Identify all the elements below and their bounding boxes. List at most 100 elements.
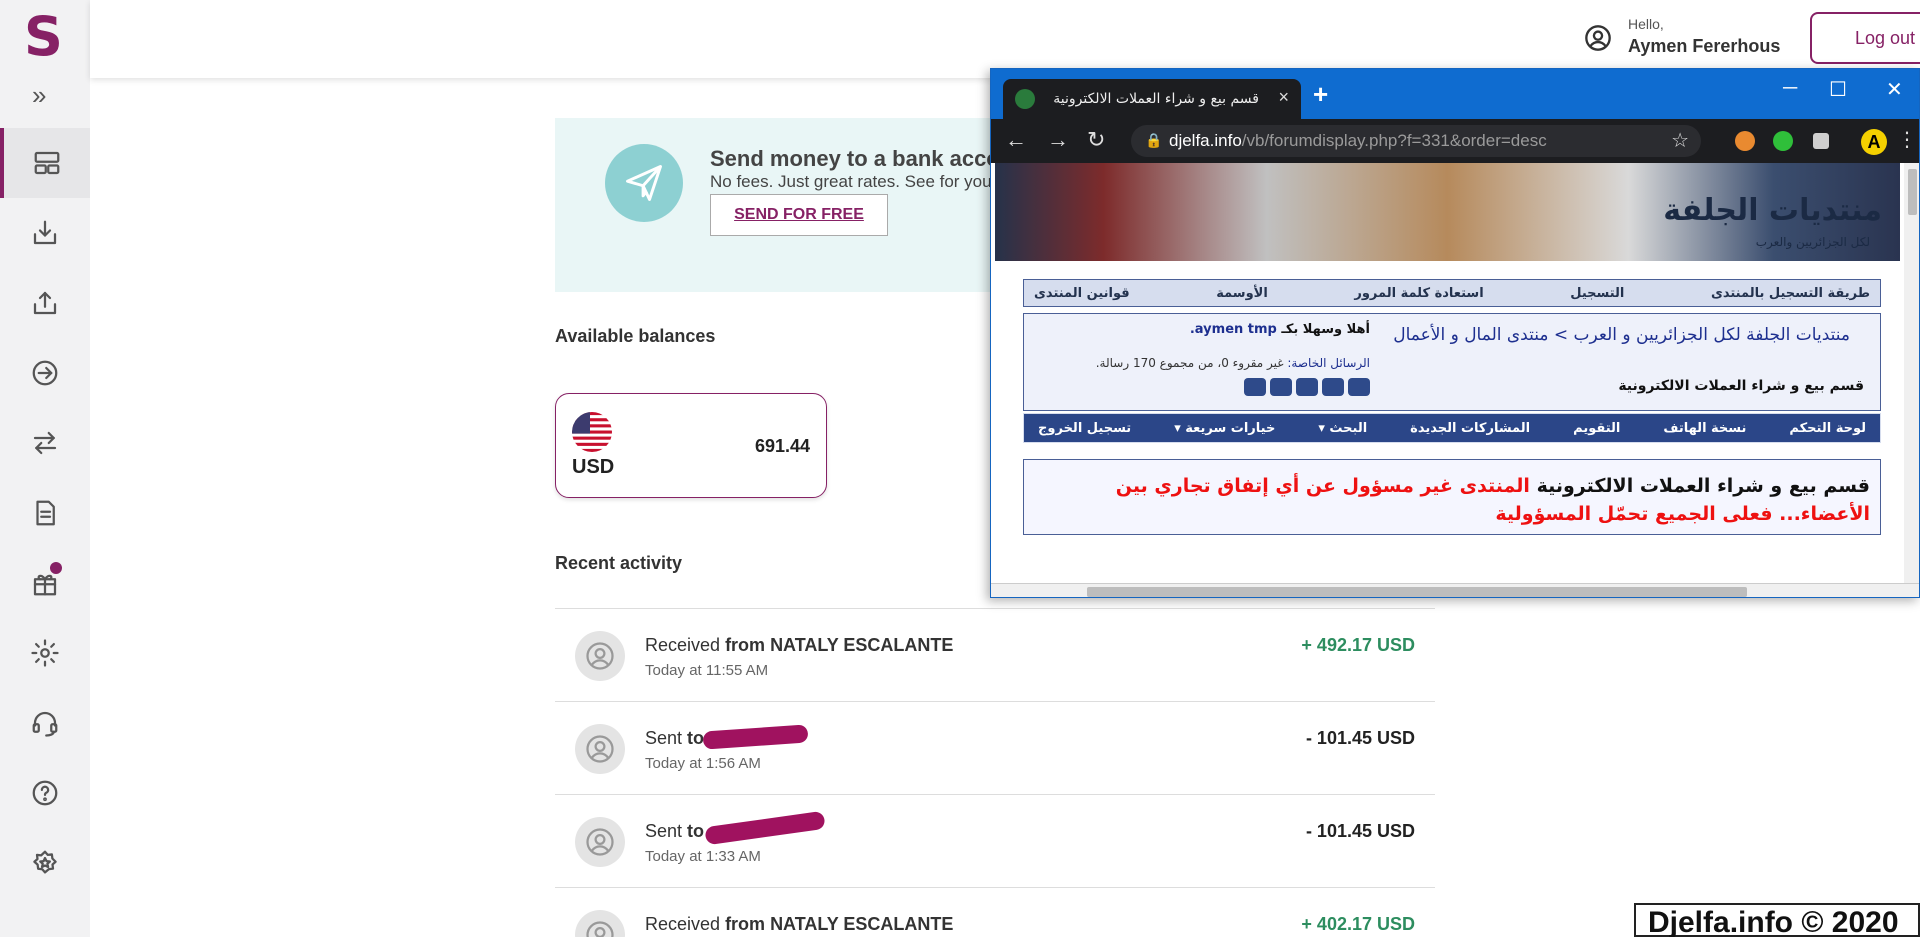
welcome-user[interactable]: aymen tmp. [1190,322,1277,337]
sidebar-item-support[interactable] [0,688,90,758]
transfer-icon [33,431,57,455]
clock-icon[interactable] [1348,378,1370,396]
sidebar-item-deposit[interactable] [0,198,90,268]
private-messages: الرسائل الخاصة: غير مقروء 0، من مجموع 17… [1096,356,1370,370]
profile-avatar[interactable]: A [1861,129,1887,155]
web-page: منتديات الجلفة لكل الجزائريين والعرب طري… [991,163,1904,583]
nav-link[interactable]: التسجيل [1570,286,1624,301]
activity-row[interactable]: Sent to Today at 1:56 AM - 101.45 USD [555,701,1435,794]
header: Hello, Aymen Fererhous Log out [90,0,1920,78]
bookmark-star-icon[interactable]: ☆ [1671,128,1689,153]
url-domain: djelfa.info [1169,131,1242,150]
forward-icon[interactable]: → [1047,127,1069,153]
window-close-icon[interactable]: ✕ [1886,77,1903,102]
sidebar-item-history[interactable] [0,478,90,548]
send-for-free-button[interactable]: SEND FOR FREE [710,194,888,236]
nav-link[interactable]: التقويم [1573,421,1620,436]
activity-verb: Sent [645,821,683,841]
reload-icon[interactable]: ↻ [1087,127,1105,153]
balance-amount: 691.44 [754,436,810,456]
scroll-thumb[interactable] [1087,587,1747,597]
avatar [575,631,625,681]
badge-star-icon [33,850,57,874]
activity-row[interactable]: Received from NATALY ESCALANTE Today at … [555,608,1435,701]
nav-link[interactable]: استعادة كلمة المرور [1354,286,1483,301]
close-tab-icon[interactable]: × [1278,87,1289,108]
nav-link[interactable]: البحث ▾ [1318,421,1367,436]
user-name: Aymen Fererhous [1628,36,1781,56]
nav-link[interactable]: تسجيل الخروج [1038,421,1131,436]
gear-icon[interactable] [1270,378,1292,396]
vertical-scrollbar[interactable] [1904,163,1919,583]
add-user-icon[interactable] [1296,378,1318,396]
lock-icon: 🔒 [1145,132,1163,148]
activity-amount: - 101.45 USD [1305,821,1415,841]
balance-card-usd[interactable]: USD 691.44 [555,393,827,498]
horizontal-scrollbar[interactable] [991,583,1919,597]
download-icon [33,220,57,245]
extensions-puzzle-icon[interactable] [1813,133,1829,149]
sidebar-item-withdraw[interactable] [0,268,90,338]
sidebar-item-help[interactable] [0,758,90,828]
nav-link[interactable]: الأوسمة [1216,286,1268,301]
activity-row[interactable]: Received from NATALY ESCALANTE + 402.17 … [555,887,1435,937]
nav-link[interactable]: قوانين المنتدى [1034,286,1130,301]
redaction-scribble [704,810,826,846]
url-path: /vb/forumdisplay.php?f=331&order=desc [1241,131,1547,150]
maximize-icon[interactable]: ☐ [1829,77,1847,102]
forum-logo[interactable]: منتديات الجلفة [1663,193,1882,228]
avatar [575,724,625,774]
us-flag-icon [572,412,612,452]
greeting: Hello, [1628,16,1664,32]
new-tab-button[interactable]: + [1313,79,1328,110]
sidebar-item-dashboard[interactable] [0,128,90,198]
headset-icon [32,711,58,737]
notification-dot [50,562,62,574]
sidebar-item-vip[interactable] [0,828,90,898]
logout-arrow-icon[interactable] [1244,378,1266,396]
url-text: djelfa.info/vb/forumdisplay.php?f=331&or… [1169,131,1547,151]
sidebar-item-rewards[interactable] [0,548,90,618]
activity-time: Today at 11:55 AM [645,662,769,679]
activity-party: to [687,728,705,748]
activity-row[interactable]: Sent to Today at 1:33 AM - 101.45 USD [555,794,1435,887]
activity-amount: + 402.17 USD [1301,914,1415,934]
skrill-logo[interactable]: S [24,10,63,64]
chat-bubbles-icon[interactable] [1322,378,1344,396]
send-arrow-icon [32,360,58,386]
sidebar-item-settings[interactable] [0,618,90,688]
gear-icon [31,639,59,667]
pm-text: غير مقروء 0، من مجموع 170 رسالة. [1095,356,1284,370]
activity-party: from NATALY ESCALANTE [725,914,954,934]
nav-link[interactable]: خيارات سريعة ▾ [1174,421,1275,436]
nav-link[interactable]: نسخة الهاتف [1663,421,1746,436]
menu-kebab-icon[interactable]: ⋮ [1897,127,1917,152]
logout-button[interactable]: Log out [1810,12,1920,64]
scroll-thumb[interactable] [1908,169,1917,215]
activity-heading: Recent activity [555,553,683,573]
breadcrumb[interactable]: منتديات الجلفة لكل الجزائريين و العرب > … [1380,322,1850,348]
activity-verb: Received [645,914,721,934]
upload-icon [33,291,57,315]
back-icon[interactable]: ← [1005,127,1027,153]
nav-link[interactable]: المشاركات الجديدة [1410,421,1530,436]
avatar [575,817,625,867]
forum-logo-subtitle: لكل الجزائريين والعرب [1755,235,1870,249]
address-bar[interactable]: 🔒 djelfa.info/vb/forumdisplay.php?f=331&… [1131,125,1701,157]
tab-strip: قسم بيع و شراء العملات الالكترونية × + ─… [991,69,1919,119]
sidebar-item-send[interactable] [0,338,90,408]
extension-icon[interactable] [1735,131,1755,151]
browser-tab[interactable]: قسم بيع و شراء العملات الالكترونية × [1003,79,1301,119]
nav-link[interactable]: لوحة التحكم [1789,421,1866,436]
pm-label[interactable]: الرسائل الخاصة: [1287,356,1370,370]
extension-icon[interactable] [1773,131,1793,151]
avatar [575,910,625,937]
expand-sidebar-icon[interactable]: » [32,82,46,108]
sidebar-item-transfer[interactable] [0,408,90,478]
forum-top-nav: طريقة التسجيل بالمنتدى التسجيل استعادة ك… [1023,279,1881,307]
promo-title: Send money to a bank accou [710,146,1014,171]
minimize-icon[interactable]: ─ [1783,77,1797,100]
user-circle-icon [1585,25,1611,51]
nav-link[interactable]: طريقة التسجيل بالمنتدى [1711,286,1870,301]
activity-time: Today at 1:56 AM [645,755,761,772]
